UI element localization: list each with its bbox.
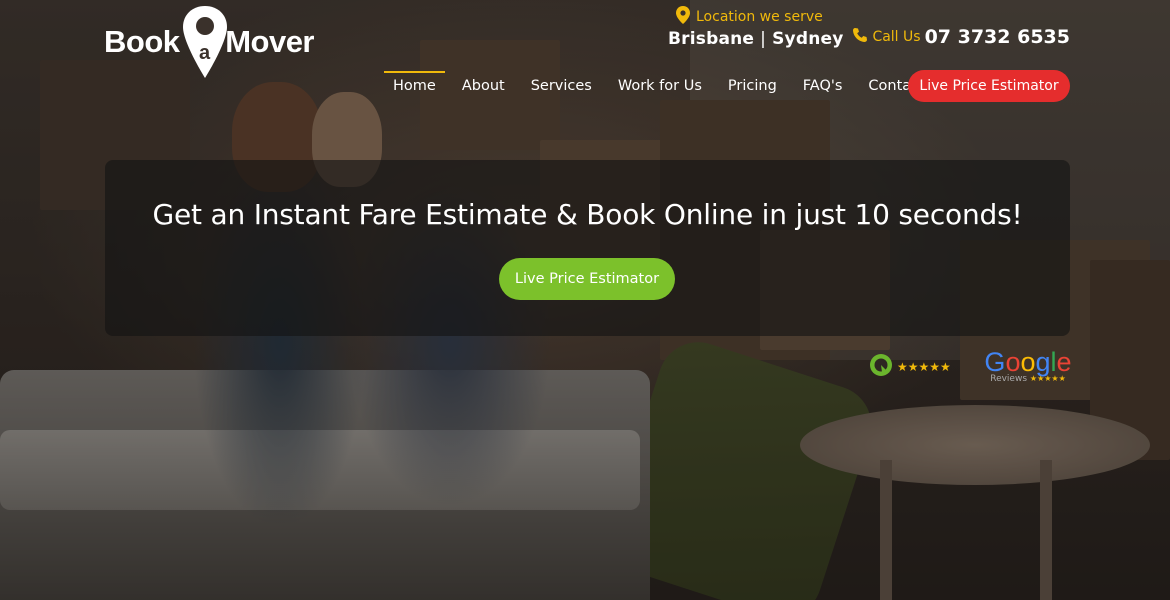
google-letter-e: e (1056, 347, 1072, 377)
phone-contact[interactable]: Call Us 07 3732 6535 (852, 26, 1070, 48)
google-reviews-badge[interactable]: Google Reviews ★★★★★ (982, 348, 1074, 384)
google-reviews-label: Reviews (990, 374, 1028, 384)
map-pin-icon: a (181, 4, 227, 80)
nav-item-about[interactable]: About (449, 70, 518, 102)
nav-item-work-for-us[interactable]: Work for Us (605, 70, 715, 102)
google-letter-g2: g (1035, 347, 1051, 377)
google-letter-o2: o (1020, 347, 1036, 377)
phone-icon (852, 27, 868, 47)
nav-item-home[interactable]: Home (380, 70, 449, 102)
city-brisbane: Brisbane (668, 29, 755, 49)
productreview-icon (869, 353, 893, 381)
hero-title: Get an Instant Fare Estimate & Book Onli… (152, 198, 1023, 231)
phone-label: Call Us (872, 29, 921, 45)
city-separator: | (760, 29, 767, 49)
nav-item-faqs[interactable]: FAQ's (790, 70, 856, 102)
city-sydney: Sydney (772, 29, 844, 49)
logo-pin-letter: a (198, 42, 211, 64)
served-cities: Brisbane | Sydney (668, 29, 844, 49)
map-marker-icon (676, 6, 690, 28)
productreview-badge[interactable]: ★★★★★ (869, 353, 951, 381)
logo-word-book: Book (104, 24, 180, 59)
google-letter-o1: o (1005, 347, 1021, 377)
logo-word-mover: Mover (225, 24, 314, 59)
location-label: Location we serve (696, 9, 823, 25)
main-navigation: Home About Services Work for Us Pricing … (380, 70, 938, 102)
nav-item-pricing[interactable]: Pricing (715, 70, 790, 102)
hero-panel: Get an Instant Fare Estimate & Book Onli… (105, 160, 1070, 336)
nav-item-services[interactable]: Services (518, 70, 605, 102)
phone-number[interactable]: 07 3732 6535 (925, 26, 1070, 48)
google-reviews-caption: Reviews ★★★★★ (982, 374, 1074, 384)
google-logo: Google (982, 348, 1074, 376)
google-reviews-stars: ★★★★★ (1029, 374, 1066, 383)
google-letter-g: G (984, 347, 1006, 377)
hero-live-price-estimator-button[interactable]: Live Price Estimator (499, 258, 675, 300)
location-info: Location we serve (676, 6, 823, 28)
productreview-stars: ★★★★★ (897, 360, 951, 374)
nav-live-price-estimator-button[interactable]: Live Price Estimator (908, 70, 1070, 102)
site-logo[interactable]: Book a Mover (104, 4, 314, 80)
